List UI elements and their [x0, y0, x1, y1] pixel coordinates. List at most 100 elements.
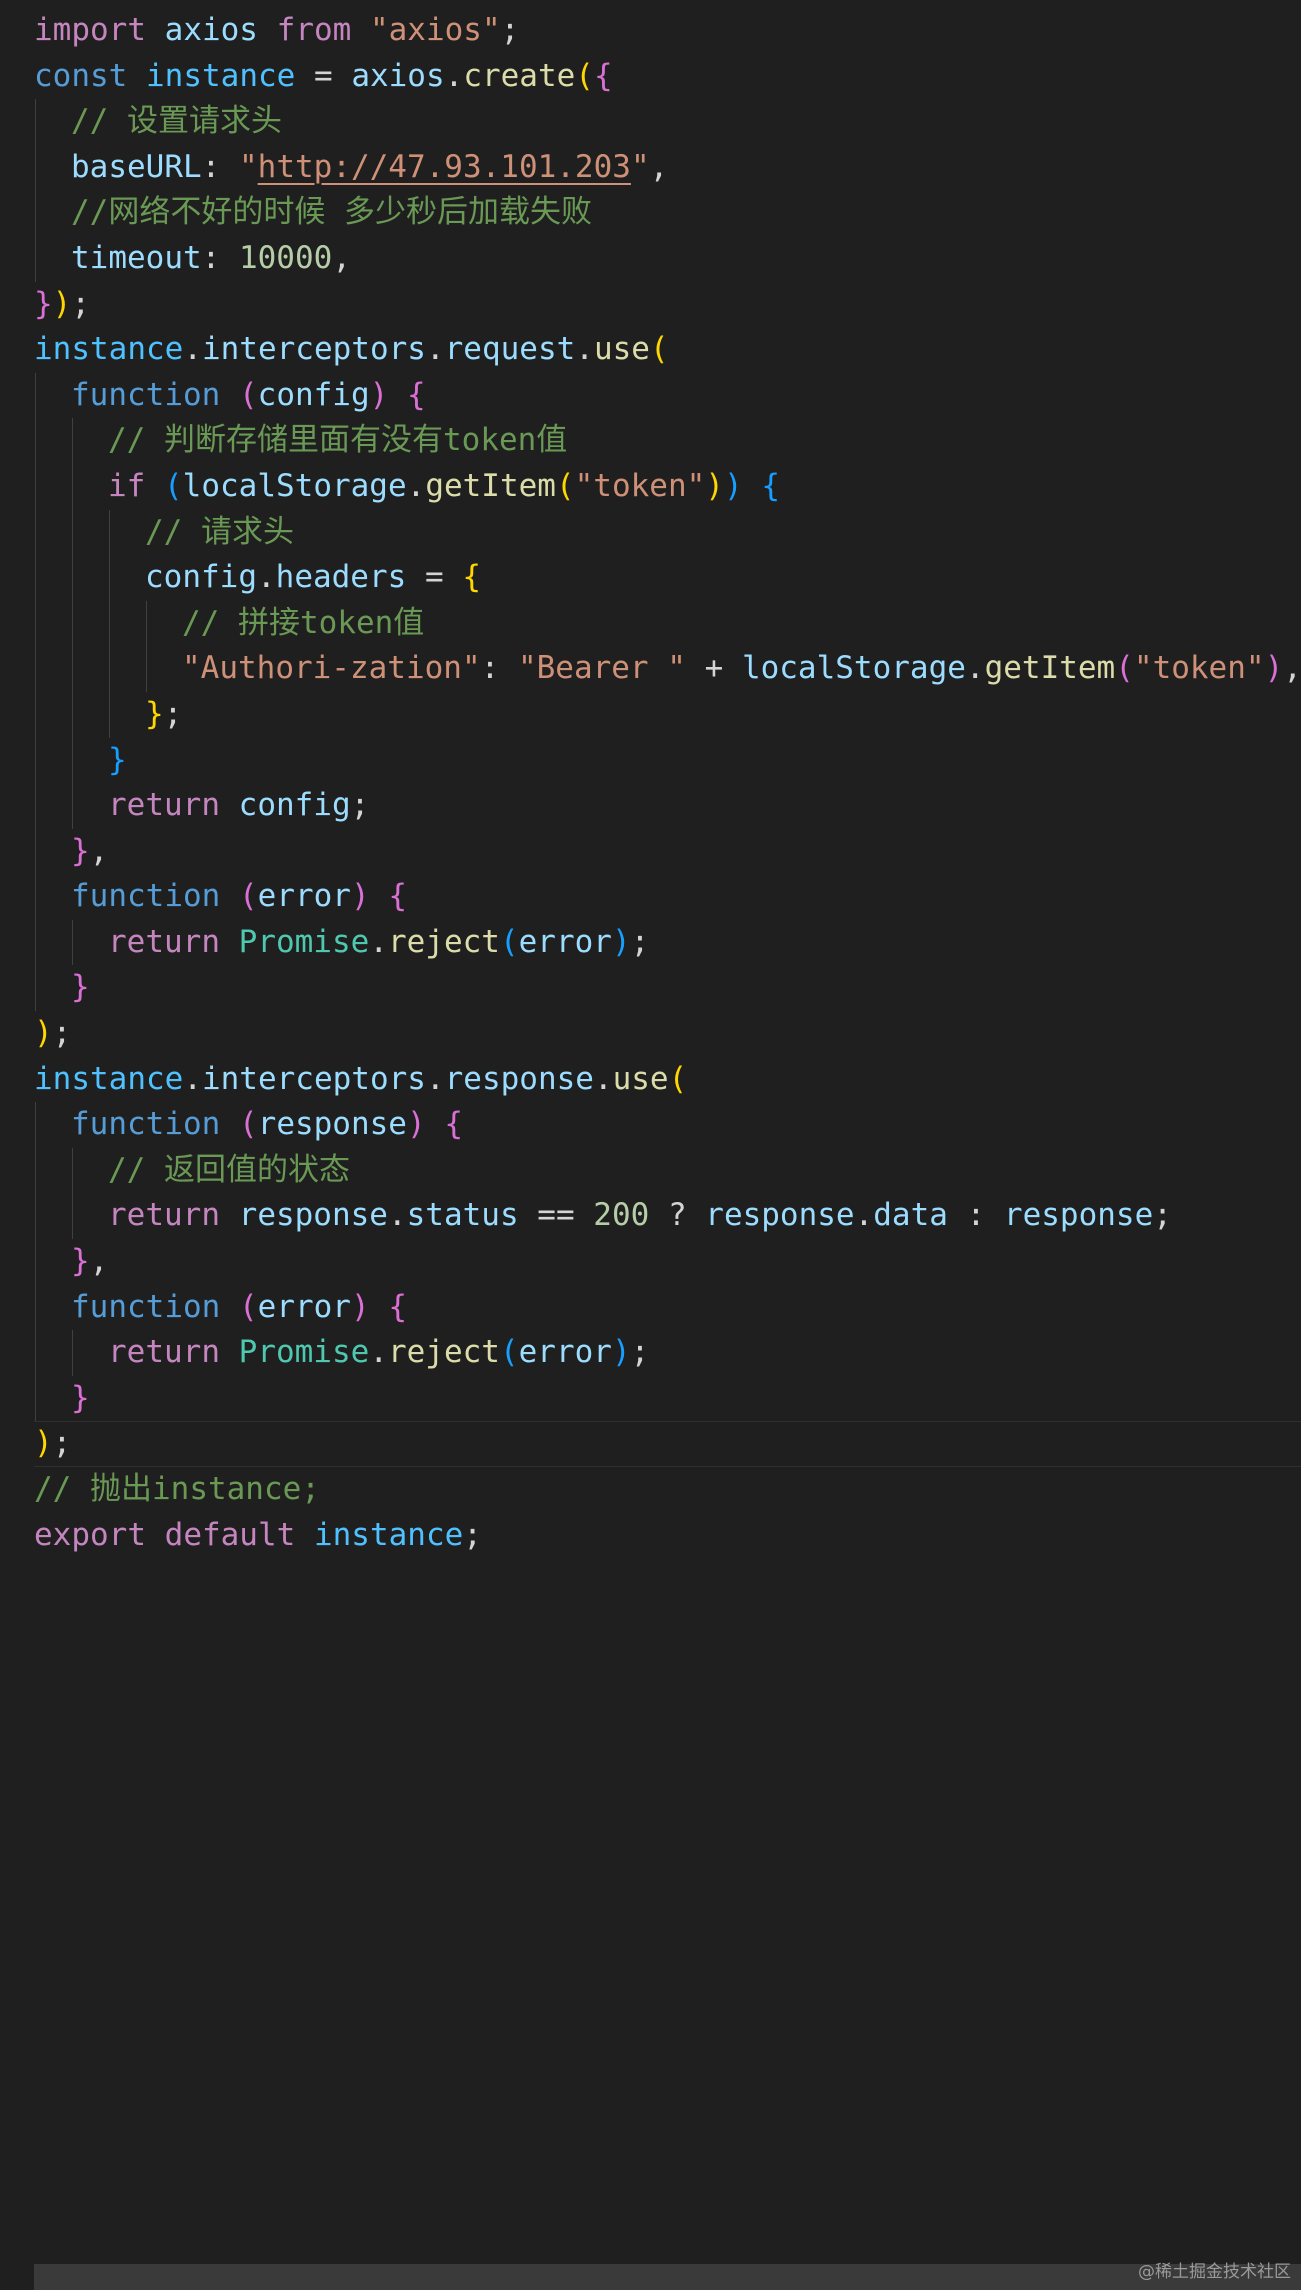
- code-line[interactable]: );: [34, 1421, 1301, 1467]
- code-line[interactable]: },: [34, 1239, 1301, 1285]
- code-line[interactable]: },: [34, 828, 1301, 875]
- code-token: axios: [351, 57, 445, 94]
- code-line[interactable]: // 请求头: [34, 509, 1301, 556]
- indent-guide: [72, 737, 73, 784]
- code-line[interactable]: };: [34, 691, 1301, 738]
- indent-guide: [35, 919, 36, 966]
- indent-guide: [72, 555, 73, 601]
- indent-guide: [72, 919, 73, 966]
- code-token: =: [295, 57, 352, 94]
- indent-guide: [35, 783, 36, 829]
- code-token: headers: [275, 559, 407, 596]
- code-token: }: [34, 285, 53, 322]
- code-token: ;: [52, 1015, 72, 1052]
- code-token: error: [257, 1288, 351, 1325]
- code-token: function: [71, 878, 221, 915]
- code-token: :: [201, 239, 239, 276]
- indent-guide: [35, 418, 36, 464]
- code-token: ,: [649, 148, 669, 185]
- code-token: {: [444, 1106, 463, 1143]
- code-line[interactable]: function (config) {: [34, 372, 1301, 419]
- code-area[interactable]: import axios from "axios"; const instance…: [34, 8, 1301, 1558]
- indent-guide: [35, 691, 36, 738]
- code-token: baseURL: [71, 148, 202, 185]
- code-token: return: [108, 787, 220, 824]
- indent-guide: [35, 600, 36, 647]
- indent-guide: [35, 235, 36, 282]
- code-token: ): [1264, 650, 1284, 687]
- code-token: .: [965, 650, 985, 687]
- code-line[interactable]: }: [34, 1375, 1301, 1422]
- code-token: .: [444, 57, 464, 94]
- code-token: ;: [463, 1516, 482, 1553]
- indent-guide: [35, 509, 36, 556]
- code-token: request: [444, 331, 576, 368]
- code-line[interactable]: );: [34, 1011, 1301, 1057]
- code-token: ): [350, 1288, 370, 1325]
- indent-guide: [35, 828, 36, 875]
- code-token: // 判断存储里面有没有token值: [108, 422, 568, 459]
- code-token: (: [1115, 650, 1134, 687]
- indent-guide: [146, 646, 147, 692]
- code-token: config: [257, 376, 370, 413]
- code-token: :: [480, 650, 518, 687]
- indent-guide: [72, 600, 73, 647]
- code-line[interactable]: export default instance;: [34, 1513, 1301, 1559]
- code-token: }: [108, 741, 127, 778]
- code-line[interactable]: config.headers = {: [34, 555, 1301, 601]
- code-line[interactable]: // 抛出instance;: [34, 1467, 1301, 1513]
- code-line[interactable]: //网络不好的时候 多少秒后加载失败: [34, 190, 1301, 236]
- code-token: {: [462, 559, 481, 596]
- code-line[interactable]: // 判断存储里面有没有token值: [34, 418, 1301, 464]
- code-token: }: [145, 695, 164, 732]
- code-token: (: [668, 1060, 688, 1097]
- code-line[interactable]: const instance = axios.create({: [34, 54, 1301, 100]
- code-token: Promise: [238, 923, 370, 960]
- code-token: {: [593, 57, 613, 94]
- code-line[interactable]: });: [34, 282, 1301, 328]
- code-line[interactable]: "Authori-zation": "Bearer " + localStora…: [34, 646, 1301, 692]
- indent-guide: [72, 783, 73, 829]
- code-line[interactable]: return Promise.reject(error);: [34, 919, 1301, 966]
- code-token: (: [575, 57, 594, 94]
- code-line[interactable]: return Promise.reject(error);: [34, 1330, 1301, 1376]
- code-line[interactable]: // 返回值的状态: [34, 1147, 1301, 1194]
- code-line[interactable]: instance.interceptors.response.use(: [34, 1057, 1301, 1103]
- code-token: ): [406, 1106, 426, 1143]
- code-line[interactable]: return config;: [34, 783, 1301, 829]
- code-token: .: [854, 1197, 874, 1234]
- code-token: ;: [71, 285, 91, 322]
- code-token: ;: [52, 1425, 72, 1462]
- code-line[interactable]: timeout: 10000,: [34, 235, 1301, 282]
- code-editor[interactable]: import axios from "axios"; const instance…: [0, 0, 1301, 2290]
- indent-guide: [146, 600, 147, 647]
- link-token[interactable]: http://47.93.101.203: [258, 149, 631, 185]
- code-token: create: [463, 57, 576, 94]
- indent-guide: [109, 600, 110, 647]
- code-token: }: [71, 1379, 90, 1416]
- code-line[interactable]: // 拼接token值: [34, 600, 1301, 647]
- code-token: ,: [1283, 650, 1301, 687]
- code-line[interactable]: function (error) {: [34, 874, 1301, 920]
- code-line[interactable]: instance.interceptors.request.use(: [34, 327, 1301, 373]
- code-line[interactable]: }: [34, 965, 1301, 1012]
- code-token: ==: [518, 1197, 594, 1234]
- code-token: "token": [574, 467, 706, 504]
- code-token: ): [611, 1334, 631, 1371]
- code-line[interactable]: return response.status == 200 ? response…: [34, 1193, 1301, 1240]
- code-token: reject: [387, 923, 500, 960]
- code-line[interactable]: }: [34, 737, 1301, 784]
- code-token: reject: [387, 1334, 500, 1371]
- code-token: // 请求头: [145, 513, 294, 550]
- horizontal-scrollbar[interactable]: [34, 2264, 1301, 2290]
- indent-guide: [72, 418, 73, 464]
- code-line[interactable]: function (error) {: [34, 1284, 1301, 1331]
- code-line[interactable]: baseURL: "http://47.93.101.203",: [34, 144, 1301, 191]
- code-line[interactable]: function (response) {: [34, 1102, 1301, 1148]
- code-token: ;: [630, 923, 650, 960]
- code-token: (: [649, 331, 669, 368]
- code-line[interactable]: // 设置请求头: [34, 99, 1301, 145]
- code-line[interactable]: if (localStorage.getItem("token")) {: [34, 463, 1301, 510]
- code-line[interactable]: import axios from "axios";: [34, 8, 1301, 54]
